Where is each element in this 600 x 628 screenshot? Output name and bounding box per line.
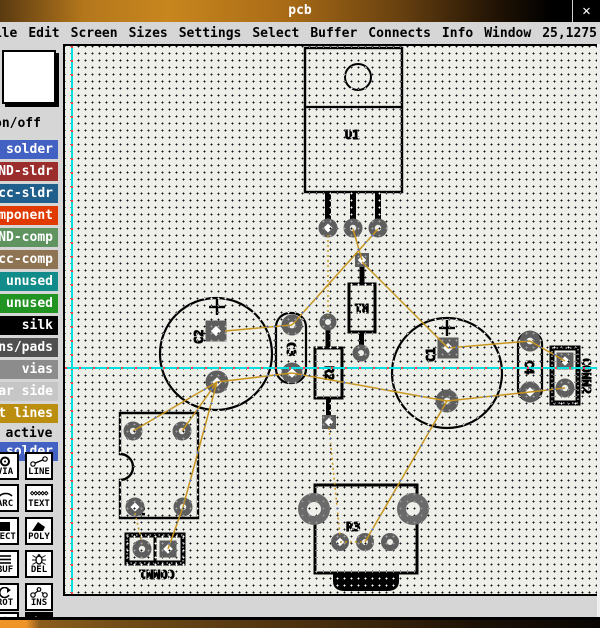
rectangle-icon <box>0 521 14 532</box>
refdes-u1: U1 <box>345 128 359 142</box>
tool-ins-button[interactable]: INS <box>25 583 53 611</box>
buffer-icon <box>0 554 14 565</box>
layer-toggle-unused-2[interactable]: unused <box>0 294 58 313</box>
refdes-c1: C1 <box>424 348 438 362</box>
component-r2[interactable]: R2 <box>315 328 342 417</box>
rotate-icon <box>0 587 14 598</box>
refdes-r1: R1 <box>355 301 369 315</box>
pcb-canvas[interactable]: U1 R1 R2 C3 <box>63 44 599 596</box>
layer-toggle-vcc-comp[interactable]: Vcc-comp <box>0 250 58 269</box>
refdes-r3: R3 <box>346 520 360 534</box>
pcb-application-window: pcb ✕ File Edit Screen Sizes Settings Se… <box>0 0 600 628</box>
layer-toggle-vias[interactable]: vias <box>0 360 58 379</box>
menu-bar: File Edit Screen Sizes Settings Select B… <box>0 22 600 44</box>
line-icon <box>29 456 49 467</box>
mounting-hole-r3-right[interactable] <box>397 493 429 525</box>
menu-screen[interactable]: Screen <box>71 26 118 41</box>
refdes-c3: C3 <box>284 342 298 356</box>
text-icon <box>29 488 49 499</box>
layer-toggle-far-side[interactable]: far side <box>0 382 58 401</box>
title-bar[interactable]: pcb ✕ <box>0 0 600 22</box>
layer-toggle-gnd-comp[interactable]: GND-comp <box>0 228 58 247</box>
layer-toggle-gnd-sldr[interactable]: GND-sldr <box>0 162 58 181</box>
layer-toggle-vcc-sldr[interactable]: Vcc-sldr <box>0 184 58 203</box>
close-icon[interactable]: ✕ <box>572 0 600 22</box>
refdes-conn1: CONN1 <box>139 567 175 581</box>
polygon-icon <box>29 521 49 532</box>
cursor-position-readout: 25,1275 <box>542 26 597 41</box>
refdes-c2: C2 <box>192 330 206 344</box>
refdes-c4: C4 <box>522 360 536 374</box>
tool-del-button[interactable]: DEL <box>25 550 53 578</box>
tool-line-button[interactable]: LINE <box>25 452 53 480</box>
pad-r2-1[interactable] <box>320 314 337 331</box>
delete-bug-icon <box>29 553 49 565</box>
active-layer-label: active <box>0 426 58 441</box>
window-title: pcb <box>0 0 600 22</box>
menu-window[interactable]: Window <box>484 26 531 41</box>
tool-arc-button[interactable]: ARC <box>0 484 19 512</box>
layer-onoff-label: on/off <box>0 116 41 131</box>
board-preview-panel[interactable] <box>2 50 56 104</box>
layer-toggle-silk[interactable]: silk <box>0 316 58 335</box>
menu-settings[interactable]: Settings <box>179 26 242 41</box>
menu-buffer[interactable]: Buffer <box>310 26 357 41</box>
component-u1[interactable]: U1 <box>305 48 402 224</box>
pad-r2-2[interactable] <box>322 415 336 429</box>
layer-toggle-solder[interactable]: solder <box>0 140 58 159</box>
pad-r3-3[interactable] <box>381 533 399 551</box>
layer-toggle-pins-pads[interactable]: pins/pads <box>0 338 58 357</box>
arc-icon <box>0 488 14 499</box>
rat-lines-dotted <box>135 235 362 543</box>
pad-u1-1[interactable] <box>319 219 338 238</box>
menu-select[interactable]: Select <box>252 26 299 41</box>
menu-info[interactable]: Info <box>442 26 473 41</box>
via-icon <box>0 456 14 467</box>
window-bottom-border[interactable] <box>0 617 600 628</box>
mounting-hole-r3-left[interactable] <box>298 493 330 525</box>
tool-text-button[interactable]: TEXT <box>25 484 53 512</box>
menu-sizes[interactable]: Sizes <box>129 26 168 41</box>
tool-via-button[interactable]: VIA <box>0 452 19 480</box>
pins-pads-layer <box>124 219 575 559</box>
layer-toggle-unused-1[interactable]: unused <box>0 272 58 291</box>
layer-toggle-component[interactable]: component <box>0 206 58 225</box>
tool-buf-button[interactable]: BUF <box>0 550 19 578</box>
layer-toggle-rat-lines[interactable]: rat lines <box>0 404 58 423</box>
pad-r1-2[interactable] <box>353 345 370 362</box>
pad-c2-pos[interactable] <box>206 321 227 342</box>
menu-edit[interactable]: Edit <box>28 26 59 41</box>
tool-rect-button[interactable]: RECT <box>0 517 19 545</box>
pad-u1-2[interactable] <box>344 219 363 238</box>
menu-connects[interactable]: Connects <box>368 26 431 41</box>
refdes-conn2: CONN2 <box>579 358 593 394</box>
tool-poly-button[interactable]: POLY <box>25 517 53 545</box>
menu-file[interactable]: File <box>0 26 17 41</box>
tool-rot-button[interactable]: ROT <box>0 583 19 611</box>
component-r1[interactable]: R1 <box>349 267 375 347</box>
board-drawing: U1 R1 R2 C3 <box>65 46 597 594</box>
pad-u1-3[interactable] <box>369 219 388 238</box>
insert-point-icon <box>29 586 49 598</box>
